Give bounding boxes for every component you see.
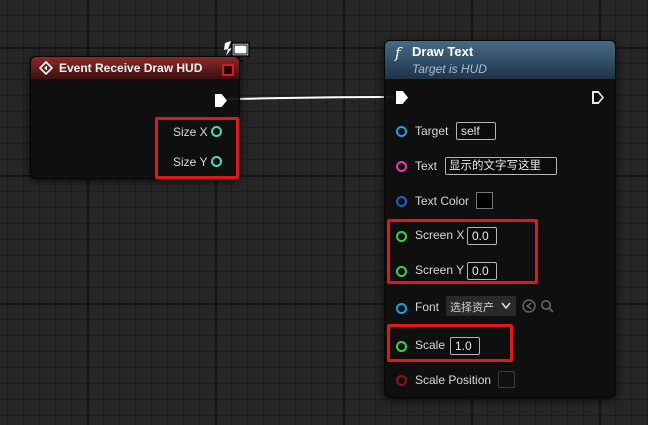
draw-text-subtitle: Target is HUD xyxy=(412,62,487,76)
font-label: Font xyxy=(415,300,440,314)
event-delegate-pin[interactable] xyxy=(222,64,234,76)
target-value-field[interactable]: self xyxy=(456,122,496,140)
scale-position-pin[interactable] xyxy=(396,375,407,386)
event-node-header[interactable]: Event Receive Draw HUD xyxy=(31,57,239,79)
scale-position-checkbox[interactable] xyxy=(498,371,515,388)
text-label: Text xyxy=(415,159,438,173)
text-color-swatch[interactable] xyxy=(476,192,493,209)
browse-asset-search-icon[interactable] xyxy=(540,299,554,313)
highlight-size-pins xyxy=(155,117,239,179)
highlight-screen-pins xyxy=(387,219,538,284)
draw-text-title: Draw Text xyxy=(412,44,474,59)
font-asset-value: 选择资产 xyxy=(450,302,494,314)
text-value-field[interactable]: 显示的文字写这里 xyxy=(445,157,557,175)
text-color-pin[interactable] xyxy=(396,196,407,207)
event-diamond-icon xyxy=(39,61,53,75)
target-label: Target xyxy=(415,124,449,138)
font-asset-dropdown[interactable]: 选择资产 xyxy=(446,296,516,316)
use-selected-asset-icon[interactable] xyxy=(522,299,536,313)
draw-text-exec-in-pin[interactable] xyxy=(396,91,408,104)
text-color-label: Text Color xyxy=(415,194,470,208)
highlight-scale-pin xyxy=(387,324,513,362)
function-icon: f xyxy=(395,44,401,62)
draw-text-header[interactable]: f Draw Text Target is HUD xyxy=(385,41,615,79)
target-pin[interactable] xyxy=(396,126,407,137)
draw-text-exec-out-pin[interactable] xyxy=(592,91,604,104)
font-pin[interactable] xyxy=(396,303,407,314)
chevron-down-icon xyxy=(501,302,511,310)
event-exec-out-pin[interactable] xyxy=(215,94,227,107)
scale-position-label: Scale Position xyxy=(415,373,492,387)
event-node-title: Event Receive Draw HUD xyxy=(59,61,203,75)
text-pin[interactable] xyxy=(396,161,407,172)
